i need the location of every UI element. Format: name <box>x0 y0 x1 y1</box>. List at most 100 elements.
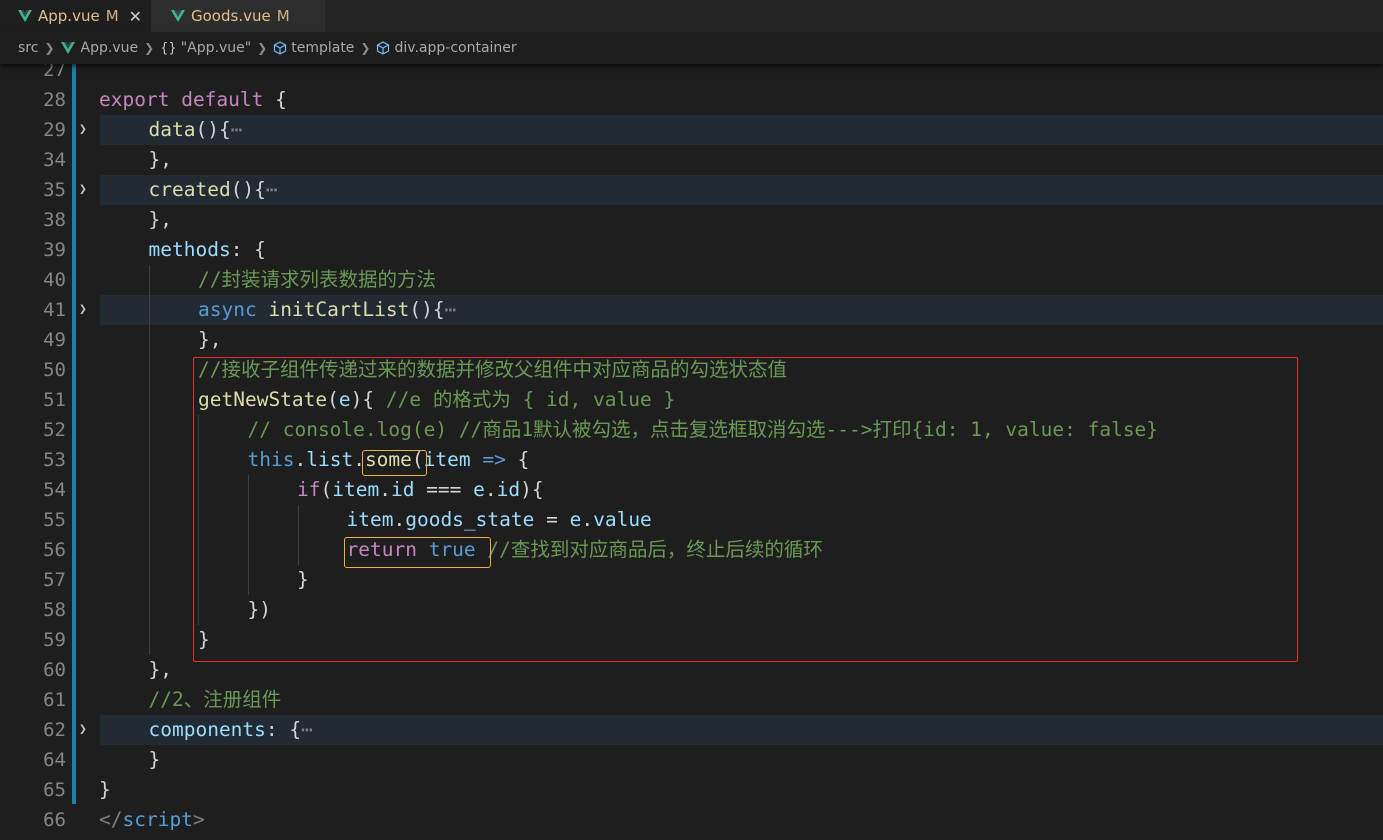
code-editor[interactable]: 27 28 export default {29 ❯ data(){⋯ 34}, 35 ❯ cr… <box>0 64 1383 840</box>
line-number: 62 <box>43 719 66 741</box>
code-line[interactable]: 66 </script> <box>0 805 1383 835</box>
cube-icon <box>274 41 287 55</box>
code-line[interactable]: 41 ❯ async initCartList(){⋯ <box>0 295 1383 325</box>
code-line[interactable]: 57} <box>0 565 1383 595</box>
line-number: 60 <box>43 659 66 681</box>
code-token: { <box>263 88 287 111</box>
indent-guide <box>198 505 199 535</box>
code-line[interactable]: 58}) <box>0 595 1383 625</box>
code-token: //查找到对应商品后，终止后续的循环 <box>487 538 823 561</box>
line-number: 54 <box>43 479 66 501</box>
code-text: // console.log(e) //商品1默认被勾选，点击复选框取消勾选--… <box>248 415 1159 445</box>
breadcrumb-src[interactable]: src <box>18 40 38 56</box>
indent-guide <box>149 415 150 445</box>
code-text: } <box>297 565 309 595</box>
code-line[interactable]: 40 //封装请求列表数据的方法 <box>0 265 1383 295</box>
code-token: id <box>496 478 521 501</box>
code-line[interactable]: 65} <box>0 775 1383 805</box>
tab-app-vue[interactable]: App.vue M ✕ <box>0 0 151 32</box>
code-line[interactable]: 35 ❯ created(){⋯ <box>0 175 1383 205</box>
code-token: methods <box>148 238 231 261</box>
breadcrumb-file[interactable]: App.vue <box>60 40 138 56</box>
line-number: 53 <box>43 449 66 471</box>
breadcrumb-element-label: div.app-container <box>394 40 517 56</box>
chevron-right-icon[interactable]: ❯ <box>79 115 87 145</box>
indent-guide <box>149 445 150 475</box>
code-text: } <box>198 625 210 655</box>
code-line[interactable]: 62 ❯ components: {⋯ <box>0 715 1383 745</box>
code-line[interactable]: 34}, <box>0 145 1383 175</box>
code-token: goods_state <box>405 508 535 531</box>
code-line[interactable]: 52 // console.log(e) //商品1默认被勾选，点击复选框取消勾选… <box>0 415 1383 445</box>
code-token: . <box>484 478 497 501</box>
line-number: 50 <box>43 359 66 381</box>
line-number: 52 <box>43 419 66 441</box>
code-line[interactable]: 51 getNewState(e){ //e 的格式为 { id, value } <box>0 385 1383 415</box>
code-token: } <box>148 748 161 771</box>
code-token: async <box>198 298 257 321</box>
code-line[interactable]: 54 if(item.id === e.id){ <box>0 475 1383 505</box>
code-text: components: {⋯ <box>149 715 313 745</box>
code-token: id <box>390 478 415 501</box>
indent-guide <box>149 505 150 535</box>
code-token: }, <box>148 208 172 231</box>
code-token: . <box>393 508 406 531</box>
close-icon[interactable]: ✕ <box>129 7 142 26</box>
indent-guide <box>248 565 249 595</box>
chevron-right-icon: ❯ <box>257 41 268 55</box>
code-token: (){ <box>195 118 231 141</box>
line-number: 41 <box>43 299 66 321</box>
line-number: 59 <box>43 629 66 651</box>
code-line[interactable]: 39 methods: { <box>0 235 1383 265</box>
indent-guide <box>149 385 150 415</box>
code-line[interactable]: 55 item.goods_state = e.value <box>0 505 1383 535</box>
code-token: //接收子组件传递过来的数据并修改父组件中对应商品的勾选状态值 <box>198 358 787 381</box>
code-text: //封装请求列表数据的方法 <box>198 265 436 295</box>
code-token: . <box>353 448 365 471</box>
code-line[interactable]: 56 return true //查找到对应商品后，终止后续的循环 <box>0 535 1383 565</box>
code-line[interactable]: 64} <box>0 745 1383 775</box>
code-line[interactable]: 53 this.list.some(item => { <box>0 445 1383 475</box>
line-number: 40 <box>43 269 66 291</box>
breadcrumb-element[interactable]: div.app-container <box>376 40 517 56</box>
code-line[interactable]: 61 //2、注册组件 <box>0 685 1383 715</box>
code-line[interactable]: 60}, <box>0 655 1383 685</box>
code-token: = <box>534 508 570 531</box>
chevron-right-icon[interactable]: ❯ <box>79 175 87 205</box>
line-number: 57 <box>43 569 66 591</box>
indent-guide <box>198 475 199 505</box>
code-token: value <box>593 508 652 531</box>
indent-guide <box>198 445 199 475</box>
code-token: list <box>306 448 354 471</box>
code-line[interactable]: 49}, <box>0 325 1383 355</box>
code-line[interactable]: 27 <box>0 64 1383 85</box>
code-token: some <box>364 448 412 471</box>
indent-guide <box>149 475 150 505</box>
code-token: default <box>181 88 264 111</box>
code-token: ⋯ <box>444 298 457 321</box>
code-line[interactable]: 28 export default { <box>0 85 1383 115</box>
code-line[interactable]: 29 ❯ data(){⋯ <box>0 115 1383 145</box>
code-line[interactable]: 38}, <box>0 205 1383 235</box>
indent-guide <box>198 565 199 595</box>
breadcrumb-template[interactable]: template <box>273 40 354 56</box>
code-text: } <box>99 775 111 805</box>
code-token: e <box>569 508 582 531</box>
code-token: export <box>99 88 170 111</box>
code-token: e <box>338 388 351 411</box>
code-token: initCartList <box>268 298 410 321</box>
indent-guide <box>248 505 249 535</box>
modified-badge: M <box>105 7 119 25</box>
code-text: //2、注册组件 <box>149 685 282 715</box>
breadcrumb-object[interactable]: {} "App.vue" <box>160 40 251 56</box>
code-token: if <box>297 478 321 501</box>
code-line[interactable]: 59} <box>0 625 1383 655</box>
line-number: 64 <box>43 749 66 771</box>
chevron-right-icon[interactable]: ❯ <box>79 715 87 745</box>
chevron-right-icon[interactable]: ❯ <box>79 295 87 325</box>
line-number: 65 <box>43 779 66 801</box>
tab-goods-vue[interactable]: Goods.vue M <box>151 0 325 32</box>
indent-guide <box>149 325 150 355</box>
code-line[interactable]: 50 //接收子组件传递过来的数据并修改父组件中对应商品的勾选状态值 <box>0 355 1383 385</box>
